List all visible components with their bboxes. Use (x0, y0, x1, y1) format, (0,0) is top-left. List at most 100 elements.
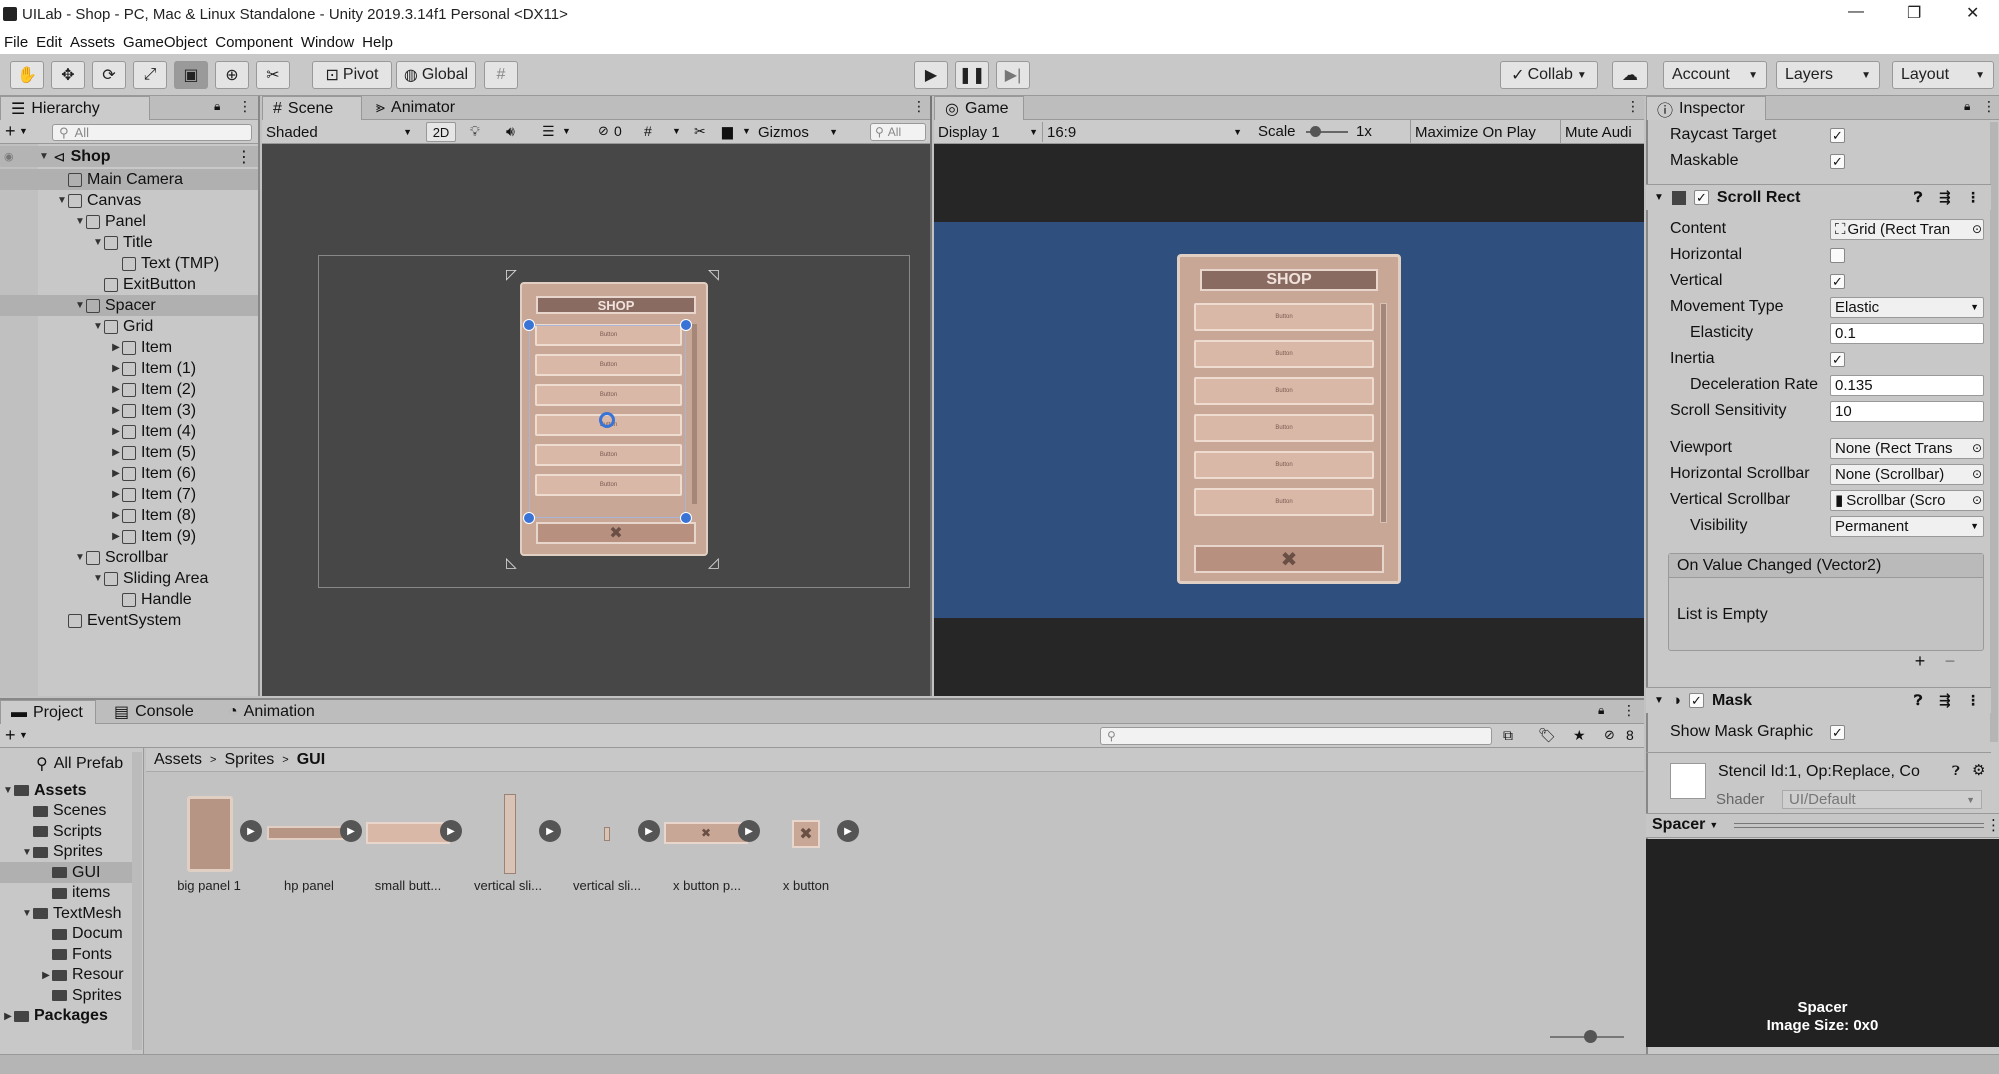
asset-label-hp-panel[interactable]: hp panel (263, 878, 355, 893)
horizontal-checkbox[interactable] (1830, 247, 1845, 263)
hierarchy-item[interactable]: ▶ Item (5) (0, 442, 258, 463)
more-icon[interactable]: ⋮ (238, 98, 252, 115)
mask-header[interactable]: ▼ ◑ ✓ Mask ❓︎ ⇶ ⋮ (1646, 687, 1991, 713)
asset-thumb-vertical-slider[interactable] (504, 794, 516, 874)
2d-toggle[interactable]: 2D (426, 122, 456, 142)
hierarchy-item[interactable]: ▶ Item (4) (0, 421, 258, 442)
hierarchy-item[interactable]: ▶ Item (1) (0, 358, 258, 379)
favorites-all-prefabs[interactable]: ⚲ All Prefab (36, 754, 123, 774)
asset-thumb-vertical-slider-handle[interactable] (604, 827, 610, 841)
pivot-handle-icon[interactable] (599, 412, 615, 428)
scroll-rect-header[interactable]: ▼ ✓ Scroll Rect ❓︎ ⇶ ⋮ (1646, 184, 1991, 210)
visibility-dropdown[interactable]: Permanent ▼ (1830, 515, 1984, 537)
more-icon[interactable]: ⋮ (1986, 816, 1999, 834)
lock-icon[interactable]: 🔒︎ (1598, 703, 1604, 718)
minimize-icon[interactable]: — (1848, 3, 1864, 21)
asset-thumb-big-panel[interactable] (187, 796, 233, 872)
collab-button[interactable]: ✓ Collab ▼ (1500, 61, 1598, 89)
step-button[interactable]: ▶| (996, 61, 1030, 89)
more-icon[interactable]: ⋮ (236, 147, 252, 167)
tab-animator[interactable]: ⪢ Animator (366, 96, 465, 120)
tree-scrollbar[interactable] (132, 752, 142, 1050)
transform-tool-icon[interactable]: ⊕ (215, 61, 249, 89)
scroll-rect-enabled-checkbox[interactable]: ✓ (1693, 190, 1709, 205)
visibility-icon[interactable]: ⊘ (598, 123, 609, 139)
chevron-down-icon[interactable]: ▼ (562, 126, 571, 136)
add-icon[interactable]: + (5, 725, 16, 746)
scroll-sensitivity-field[interactable]: 10 (1830, 400, 1984, 422)
preview-dropdown[interactable]: Spacer ▼ (1652, 816, 1718, 834)
project-tree-item[interactable]: Fonts (0, 944, 132, 965)
hierarchy-item[interactable]: ▶ Item (3) (0, 400, 258, 421)
chevron-right-icon[interactable]: ▶ (110, 363, 122, 374)
content-field[interactable]: ⛶ Grid (Rect Tran (1830, 218, 1984, 240)
project-tree-item[interactable]: Sprites (0, 985, 132, 1006)
account-dropdown[interactable]: Account ▼ (1663, 61, 1767, 89)
vertical-scrollbar-field[interactable]: ▮ Scrollbar (Scro (1830, 489, 1984, 511)
thumbnail-size-thumb[interactable] (1584, 1030, 1597, 1043)
hidden-packages-icon[interactable]: ⊘ (1604, 727, 1615, 743)
anchor-icon[interactable]: ◹ (708, 266, 719, 283)
shader-dropdown[interactable]: UI/Default ▼ (1782, 790, 1982, 809)
hierarchy-item[interactable]: Main Camera (0, 169, 258, 190)
chevron-right-icon[interactable]: ▶ (110, 447, 122, 458)
gear-icon[interactable]: ⚙ (1972, 761, 1985, 779)
chevron-right-icon[interactable]: ▶ (110, 510, 122, 521)
menu-help[interactable]: Help (362, 34, 393, 51)
menu-file[interactable]: File (4, 34, 28, 51)
chevron-down-icon[interactable]: ▼ (742, 126, 751, 136)
hierarchy-item[interactable]: Handle (0, 589, 258, 610)
project-tree-item[interactable]: GUI (0, 862, 132, 883)
maskable-checkbox[interactable]: ✓ (1830, 153, 1845, 169)
menu-edit[interactable]: Edit (36, 34, 62, 51)
eye-icon[interactable]: ◉ (4, 150, 14, 163)
help-icon[interactable]: ❓︎ (1952, 763, 1960, 779)
breadcrumb-gui[interactable]: GUI (297, 751, 325, 769)
pause-button[interactable]: ❚❚ (955, 61, 989, 89)
tab-console[interactable]: ▤ Console (104, 700, 204, 724)
global-button[interactable]: ◍ Global (396, 61, 476, 89)
star-icon[interactable]: ★ (1573, 727, 1586, 744)
close-icon[interactable]: ✕ (1966, 3, 1979, 23)
menu-assets[interactable]: Assets (70, 34, 115, 51)
play-circle-icon[interactable]: ▶ (638, 820, 660, 842)
aspect-dropdown[interactable]: 16:9 ▼ (1042, 122, 1242, 142)
chevron-down-icon[interactable]: ▼ (21, 847, 33, 858)
camera-icon[interactable]: ▆ (722, 123, 733, 140)
project-tree-item[interactable]: ▼ Sprites (0, 842, 132, 863)
hierarchy-item[interactable]: ▶ Item (8) (0, 505, 258, 526)
viewport-field[interactable]: None (Rect Trans (1830, 437, 1984, 459)
hierarchy-item[interactable]: EventSystem (0, 610, 258, 631)
layout-dropdown[interactable]: Layout ▼ (1892, 61, 1994, 89)
chevron-down-icon[interactable]: ▼ (74, 300, 86, 311)
mask-enabled-checkbox[interactable]: ✓ (1688, 693, 1704, 708)
project-search-input[interactable]: ⚲ (1100, 727, 1492, 745)
asset-label-big-panel[interactable]: big panel 1 (163, 878, 255, 893)
mute-audio-toggle[interactable]: Mute Audi (1560, 120, 1644, 144)
asset-thumb-x-button[interactable]: ✖ (792, 820, 820, 848)
asset-label-vertical-slider[interactable]: vertical sli... (462, 878, 554, 893)
tab-inspector[interactable]: ⓘ Inspector (1646, 96, 1766, 120)
preview-drag-handle[interactable] (1734, 823, 1984, 828)
chevron-right-icon[interactable]: ▶ (110, 405, 122, 416)
hierarchy-item[interactable]: ▼ Title (0, 232, 258, 253)
label-icon[interactable]: 🏷︎ (1538, 727, 1556, 744)
event-remove-button[interactable]: − (1936, 651, 1964, 671)
project-tree-item[interactable]: ▼ Assets (0, 780, 132, 801)
chevron-down-icon[interactable]: ▼ (74, 552, 86, 563)
scene-root-row[interactable]: ◉ ▼ ⊲ Shop ⋮ (0, 146, 258, 167)
play-circle-icon[interactable]: ▶ (340, 820, 362, 842)
chevron-down-icon[interactable]: ▼ (2, 785, 14, 796)
event-add-button[interactable]: + (1906, 651, 1934, 671)
move-tool-icon[interactable]: ✥ (51, 61, 85, 89)
more-icon[interactable]: ⋮ (912, 98, 926, 115)
project-tree-item[interactable]: ▶ Packages (0, 1006, 132, 1027)
hierarchy-item[interactable]: ▶ Item (2) (0, 379, 258, 400)
menu-component[interactable]: Component (215, 34, 293, 51)
scene-search-input[interactable]: ⚲ All (870, 123, 926, 141)
custom-tool-icon[interactable]: ✂ (256, 61, 290, 89)
project-tree-item[interactable]: ▶ Resour (0, 965, 132, 986)
object-picker-icon[interactable]: ⊙ (1972, 467, 1982, 481)
hierarchy-item[interactable]: ▶ Item (0, 337, 258, 358)
anchor-icon[interactable]: ◺ (506, 554, 517, 571)
